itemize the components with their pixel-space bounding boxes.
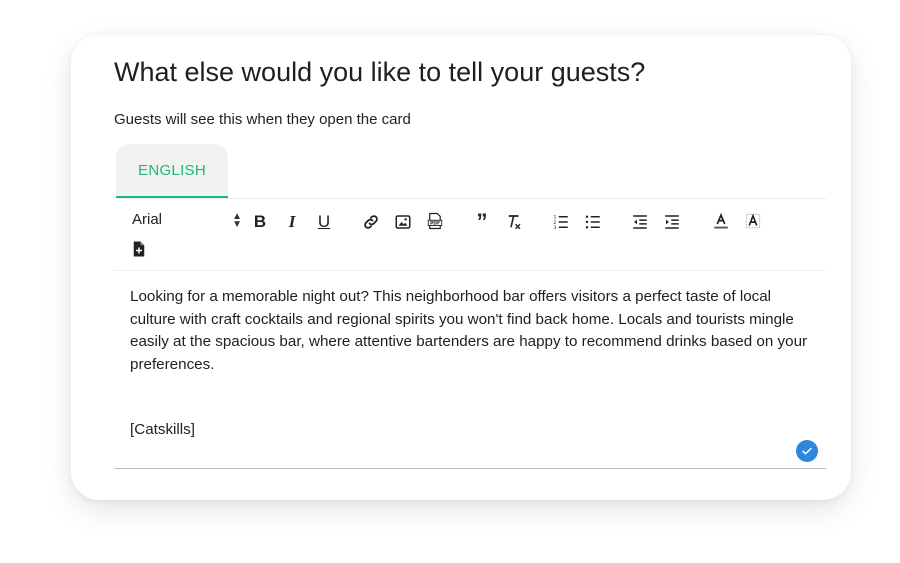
image-button[interactable] xyxy=(392,211,414,233)
editor-toolbar: Arial ▲ ▼ B I U PDF ” 123 xyxy=(114,198,826,271)
text-color-icon xyxy=(714,212,728,229)
font-select-value: Arial xyxy=(132,211,163,228)
blockquote-icon: ” xyxy=(476,209,488,234)
highlight-icon xyxy=(745,213,761,229)
ordered-list-icon: 123 xyxy=(554,215,568,231)
svg-text:3: 3 xyxy=(554,225,557,231)
editor-tag[interactable]: [Catskills] xyxy=(130,421,195,438)
page-title: What else would you like to tell your gu… xyxy=(114,57,646,87)
link-icon xyxy=(364,215,378,229)
rich-text-editor[interactable]: Looking for a memorable night out? This … xyxy=(114,270,826,469)
bullet-list-button[interactable] xyxy=(582,211,604,233)
blockquote-button[interactable]: ” xyxy=(471,209,493,234)
clear-format-icon xyxy=(508,215,521,230)
check-icon xyxy=(796,440,818,462)
tab-english[interactable]: ENGLISH xyxy=(116,144,228,198)
svg-text:1: 1 xyxy=(554,215,557,221)
font-select[interactable]: Arial ▲ ▼ xyxy=(132,211,242,231)
svg-text:PDF: PDF xyxy=(430,221,440,227)
italic-button[interactable]: I xyxy=(281,211,303,233)
highlight-button[interactable] xyxy=(742,210,764,232)
bullet-list-icon xyxy=(585,215,600,229)
editor-paragraph[interactable]: Looking for a memorable night out? This … xyxy=(130,286,810,376)
select-arrows-icon: ▲ ▼ xyxy=(232,211,242,230)
bold-button[interactable]: B xyxy=(249,211,271,233)
outdent-button[interactable] xyxy=(629,211,651,233)
indent-icon xyxy=(665,215,679,229)
italic-icon: I xyxy=(288,212,296,231)
card: What else would you like to tell your gu… xyxy=(71,35,851,500)
outdent-icon xyxy=(633,215,647,229)
underline-button[interactable]: U xyxy=(313,211,335,233)
svg-text:2: 2 xyxy=(554,220,557,226)
underline-icon: U xyxy=(317,212,331,231)
pdf-icon: PDF xyxy=(427,212,443,230)
link-button[interactable] xyxy=(360,211,382,233)
subtitle: Guests will see this when they open the … xyxy=(114,111,411,128)
language-tabs: ENGLISH xyxy=(114,144,826,199)
add-file-icon xyxy=(133,241,145,257)
bold-icon: B xyxy=(253,212,267,231)
ordered-list-button[interactable]: 123 xyxy=(550,211,572,233)
pdf-button[interactable]: PDF xyxy=(424,210,446,232)
text-color-button[interactable] xyxy=(710,210,732,232)
indent-button[interactable] xyxy=(661,211,683,233)
add-file-button[interactable] xyxy=(128,238,150,260)
image-icon xyxy=(395,215,411,229)
clear-format-button[interactable] xyxy=(503,211,525,233)
